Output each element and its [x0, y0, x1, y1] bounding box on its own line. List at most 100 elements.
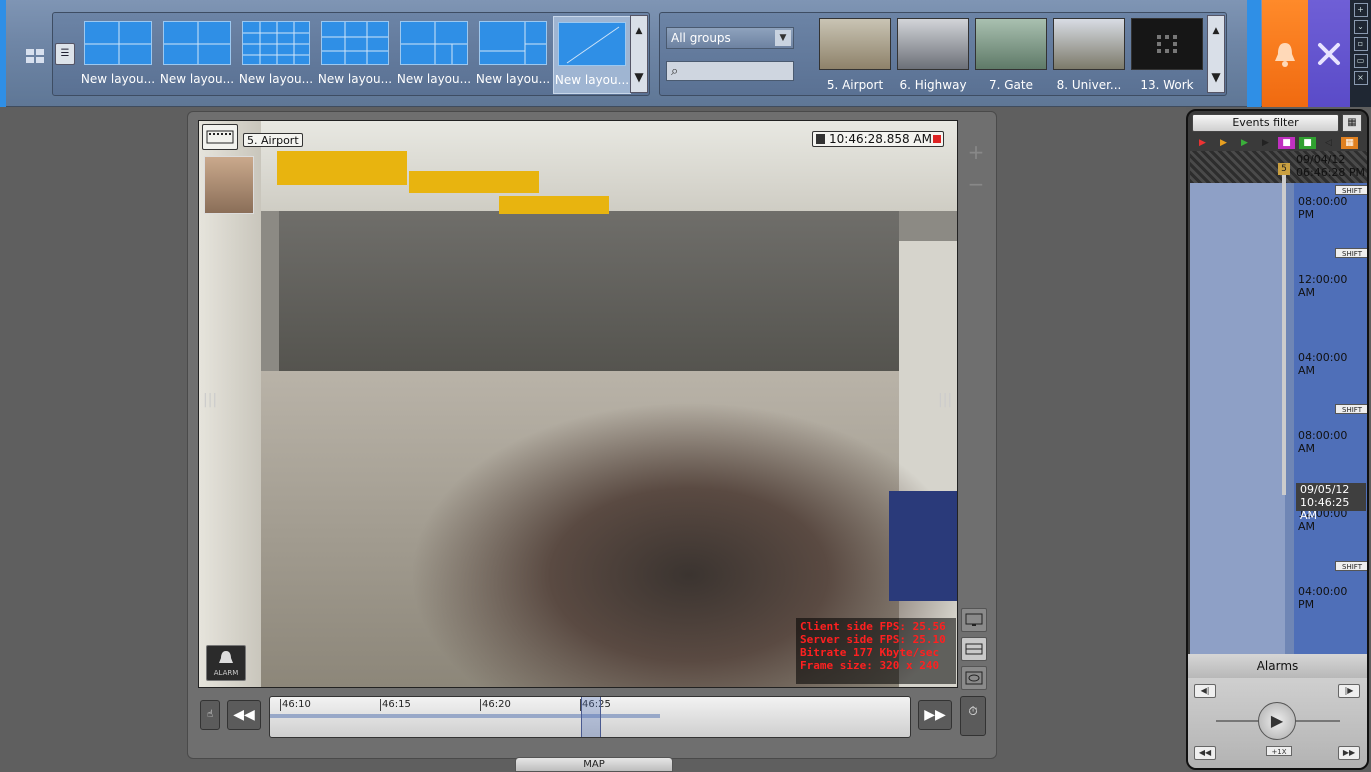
slider-knob[interactable]: 5 — [1278, 163, 1290, 175]
camera-thumbnail — [975, 18, 1047, 70]
scene-wall — [279, 211, 899, 371]
layouts-panel: ☰ New layou... New layou... New layou...… — [52, 12, 650, 96]
timeline-time: 04:00:00 PM — [1298, 585, 1348, 611]
timeline-scrubber[interactable]: 46:10 46:15 46:20 46:25 — [269, 696, 911, 738]
layout-grid-icon — [242, 21, 310, 65]
layout-label: New layou... — [317, 72, 393, 86]
scroll-down-icon[interactable]: ▼ — [631, 70, 647, 84]
alarms-header[interactable]: Alarms — [1188, 654, 1367, 678]
timeline-time: 04:00:00 AM — [1298, 351, 1348, 377]
scene-sign — [499, 196, 609, 214]
rewind-button[interactable]: ◀◀ — [227, 700, 261, 730]
video-frame[interactable] — [198, 120, 958, 688]
event-green-icon[interactable]: ▶ — [1236, 137, 1253, 149]
settings-button[interactable] — [1308, 0, 1350, 107]
window-control-icon[interactable]: ⌄ — [1353, 20, 1368, 34]
no-signal-icon — [1157, 35, 1177, 53]
stat-line: Bitrate 177 Kbyte/sec — [800, 646, 940, 659]
map-tab[interactable]: MAP — [515, 757, 673, 772]
toolbar-right-edge — [1247, 0, 1261, 107]
event-orange-icon[interactable]: ▶ — [1215, 137, 1232, 149]
layout-item[interactable]: New layou... — [395, 16, 473, 94]
start-date: 09/04/12 06:46:28 PM — [1296, 153, 1365, 179]
events-filter-button[interactable]: Events filter — [1192, 114, 1339, 132]
timeline-tick: 46:15 — [380, 699, 411, 711]
timeline-slider[interactable] — [1282, 173, 1286, 495]
shift-badge[interactable]: SHIFT — [1335, 404, 1367, 414]
camera-label: 8. Univer... — [1056, 78, 1122, 92]
shift-badge[interactable]: SHIFT — [1335, 248, 1367, 258]
event-red-icon[interactable]: ▶ — [1194, 137, 1211, 149]
pause-icon[interactable] — [816, 134, 825, 144]
event-grid-icon[interactable]: ▦ — [1341, 137, 1358, 149]
camera-item[interactable]: 5. Airport — [816, 16, 894, 94]
timeline-cursor[interactable] — [581, 697, 601, 737]
layout-grid-icon — [400, 21, 468, 65]
start-date-value: 09/04/12 — [1296, 153, 1346, 166]
next-frame-icon[interactable]: |▶ — [1338, 684, 1360, 698]
camera-item[interactable]: 6. Highway — [894, 16, 972, 94]
layout-menu-icon[interactable]: ☰ — [55, 43, 75, 65]
window-control-icon[interactable]: ▫ — [1353, 37, 1368, 51]
timeline-mode-icon[interactable]: ⏱ — [960, 696, 986, 736]
zoom-out-icon[interactable]: − — [964, 172, 988, 196]
eye-icon[interactable] — [961, 666, 987, 690]
camera-title: 5. Airport — [243, 133, 303, 147]
stat-line: Frame size: 320 x 240 — [800, 659, 940, 672]
hand-tool-icon[interactable]: ☝ — [200, 700, 220, 730]
camera-item[interactable]: 13. Work — [1128, 16, 1206, 94]
camera-preview-thumb[interactable] — [204, 156, 254, 214]
fast-forward-button[interactable]: ▶▶ — [918, 700, 952, 730]
event-audio-icon[interactable]: ◁ — [1320, 137, 1337, 149]
tools-icon — [1318, 42, 1340, 65]
layout-item[interactable]: New layou... — [316, 16, 394, 94]
close-icon[interactable]: × — [1353, 71, 1368, 85]
layout-item-selected[interactable]: New layou... — [553, 16, 631, 94]
scene-sign — [409, 171, 539, 193]
layouts-scrollbar[interactable]: ▲ ▼ — [630, 15, 648, 93]
layout-grid-icon — [163, 21, 231, 65]
camera-alarm-button[interactable]: ALARM — [206, 645, 246, 681]
film-icon[interactable] — [961, 637, 987, 661]
chevron-down-icon: ▼ — [775, 30, 791, 46]
rewind-icon[interactable]: ◀◀ — [1194, 746, 1216, 760]
play-button[interactable]: ▶ — [1258, 702, 1296, 740]
camera-search-input[interactable]: ⌕ — [666, 61, 794, 81]
camera-item[interactable]: 8. Univer... — [1050, 16, 1128, 94]
alarm-label: ALARM — [213, 669, 239, 677]
camera-item[interactable]: 7. Gate — [972, 16, 1050, 94]
camera-label: 13. Work — [1140, 78, 1194, 92]
event-magenta-icon[interactable]: ■ — [1278, 137, 1295, 149]
calendar-icon[interactable]: ▦ — [1342, 114, 1362, 132]
scroll-up-icon[interactable]: ▲ — [631, 26, 647, 36]
events-timeline[interactable]: 5 09/04/12 06:46:28 PM SHIFT 08:00:00 PM… — [1190, 151, 1367, 654]
window-control-icon[interactable]: + — [1353, 3, 1368, 17]
shift-badge[interactable]: SHIFT — [1335, 561, 1367, 571]
event-black-icon[interactable]: ▶ — [1257, 137, 1274, 149]
prev-frame-icon[interactable]: ◀| — [1194, 684, 1216, 698]
left-grip-icon[interactable]: ||| — [203, 392, 217, 416]
forward-icon[interactable]: ▶▶ — [1338, 746, 1360, 760]
alarm-button[interactable] — [1262, 0, 1308, 107]
scroll-down-icon[interactable]: ▼ — [1208, 70, 1224, 84]
camera-menu-icon[interactable] — [202, 124, 238, 150]
camera-thumbnail — [897, 18, 969, 70]
layout-item[interactable]: New layou... — [79, 16, 157, 94]
scroll-up-icon[interactable]: ▲ — [1208, 26, 1224, 36]
shift-badge[interactable]: SHIFT — [1335, 185, 1367, 195]
stat-line: Client side FPS: 25.56 — [800, 620, 946, 633]
zoom-in-icon[interactable]: + — [964, 140, 988, 164]
group-select[interactable]: All groups ▼ — [666, 27, 794, 49]
right-grip-icon[interactable]: ||| — [938, 392, 952, 416]
timeline-column — [1190, 183, 1285, 654]
window-control-icon[interactable]: ▭ — [1353, 54, 1368, 68]
layout-item[interactable]: New layou... — [237, 16, 315, 94]
camera-label: 6. Highway — [899, 78, 967, 92]
layouts-view-button[interactable] — [22, 44, 48, 68]
layout-item[interactable]: New layou... — [474, 16, 552, 94]
layout-item[interactable]: New layou... — [158, 16, 236, 94]
cameras-scrollbar[interactable]: ▲ ▼ — [1207, 15, 1225, 93]
monitor-icon[interactable] — [961, 608, 987, 632]
playback-controls: ◀| |▶ ▶ +1X ◀◀ ▶▶ — [1188, 678, 1367, 768]
event-camera-icon[interactable]: ■ — [1299, 137, 1316, 149]
